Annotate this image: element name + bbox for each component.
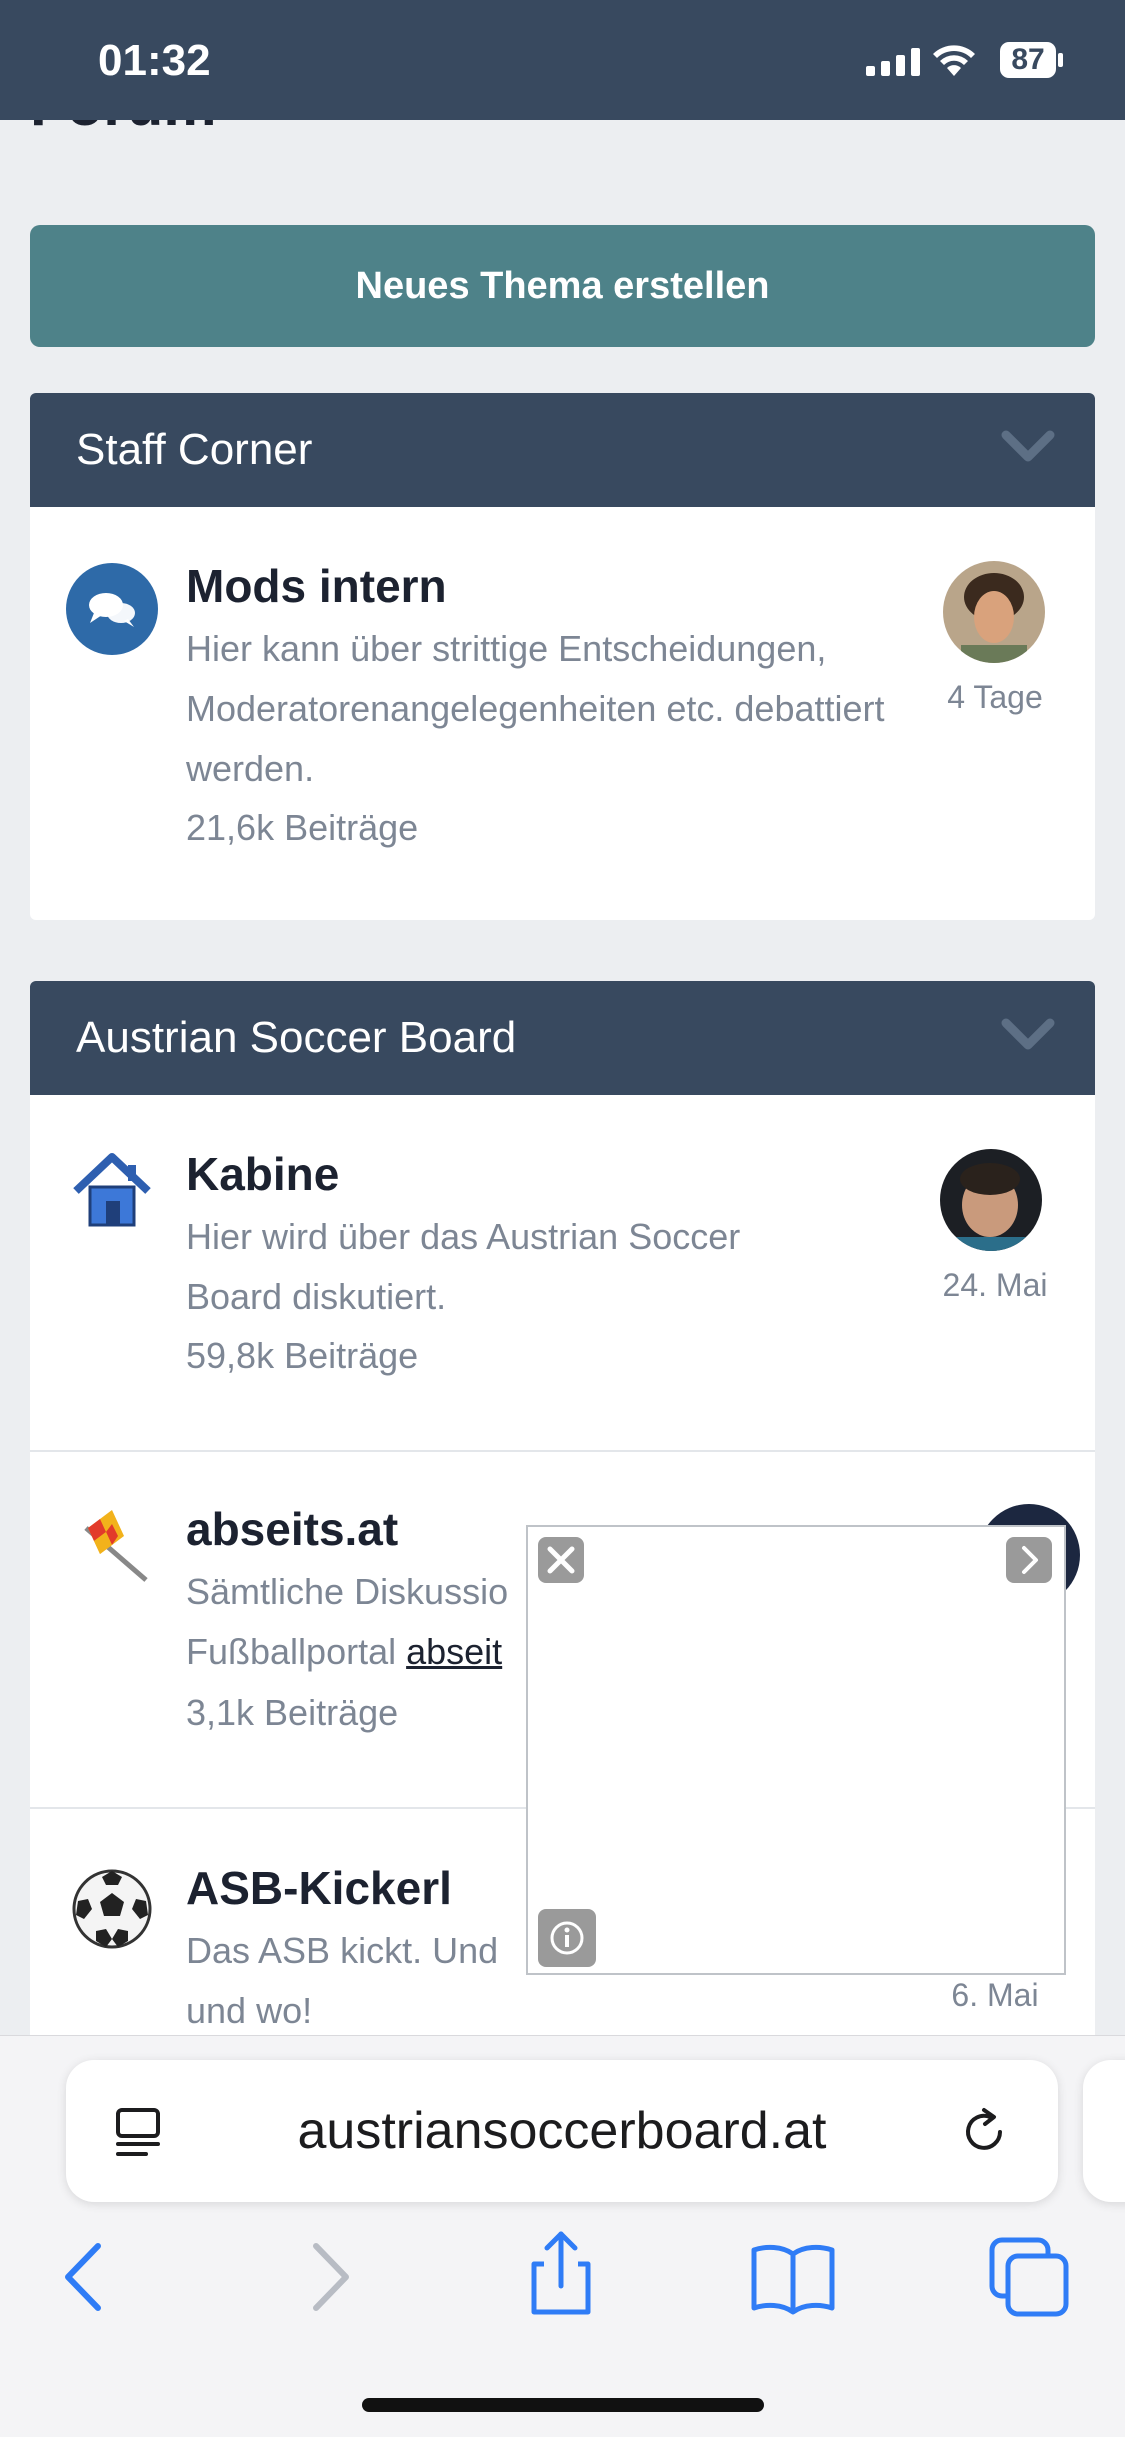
forum-description-link[interactable]: abseit [406, 1631, 502, 1672]
forward-arrow-icon[interactable] [282, 2232, 372, 2322]
forum-row-kabine[interactable]: Kabine Hier wird über das Austrian Socce… [30, 1095, 1095, 1450]
home-indicator [362, 2398, 764, 2412]
forum-description: Hier kann über strittige Entscheidungen,… [186, 628, 885, 789]
close-icon [547, 1546, 575, 1574]
last-post-date: 4 Tage [947, 679, 1043, 715]
tabs-icon[interactable] [984, 2232, 1074, 2322]
chevron-down-icon[interactable] [998, 1013, 1058, 1057]
forum-title[interactable]: Mods intern [186, 559, 447, 613]
forum-description-text: Fußballportal [186, 1631, 407, 1672]
category-title: Austrian Soccer Board [76, 1013, 517, 1062]
forum-title[interactable]: Kabine [186, 1147, 339, 1201]
forum-title[interactable]: abseits.at [186, 1502, 398, 1556]
status-time: 01:32 [98, 36, 211, 85]
chevron-down-icon[interactable] [998, 425, 1058, 469]
battery-tip [1058, 53, 1063, 67]
chevron-right-icon [1022, 1546, 1038, 1574]
forum-description-line2: und wo! [186, 1990, 313, 2031]
ad-overlay[interactable] [526, 1525, 1066, 1975]
forum-post-count: 59,8k Beiträge [186, 1335, 419, 1376]
avatar[interactable] [940, 1149, 1042, 1251]
chat-bubbles-icon [66, 563, 158, 655]
forum-row-mods-intern[interactable]: Mods intern Hier kann über strittige Ent… [30, 507, 1095, 920]
url-text[interactable]: austriansoccerboard.at [66, 2060, 1058, 2202]
share-icon[interactable] [516, 2228, 606, 2318]
wifi-icon [933, 45, 975, 76]
new-topic-button[interactable]: Neues Thema erstellen [30, 225, 1095, 347]
info-icon [550, 1921, 584, 1955]
category-header-austrian-soccer-board[interactable]: Austrian Soccer Board [30, 981, 1095, 1095]
linesman-flag-icon [84, 1510, 148, 1582]
bookmarks-icon[interactable] [748, 2232, 838, 2322]
back-arrow-icon[interactable] [42, 2232, 132, 2322]
forum-description: Hier wird über das Austrian Soccer Board… [186, 1216, 741, 1317]
battery-indicator: 87 [1000, 42, 1056, 78]
forum-post-count: 3,1k Beiträge [186, 1692, 399, 1733]
ad-info-button[interactable] [538, 1909, 596, 1967]
reload-icon[interactable] [954, 2102, 1014, 2162]
soccer-ball-icon [72, 1869, 152, 1949]
category-title: Staff Corner [76, 425, 313, 474]
next-tab-peek[interactable] [1083, 2060, 1125, 2202]
category-header-staff-corner[interactable]: Staff Corner [30, 393, 1095, 507]
ad-next-button[interactable] [1006, 1537, 1052, 1583]
house-icon [73, 1153, 151, 1227]
cellular-signal-icon [866, 48, 920, 76]
last-post-date: 6. Mai [951, 1977, 1039, 2013]
avatar[interactable] [943, 561, 1045, 663]
address-bar[interactable]: austriansoccerboard.at [66, 2060, 1058, 2202]
ad-close-button[interactable] [538, 1537, 584, 1583]
forum-title[interactable]: ASB-Kickerl [186, 1861, 452, 1915]
last-post-date: 24. Mai [942, 1267, 1048, 1303]
forum-post-count: 21,6k Beiträge [186, 807, 419, 848]
